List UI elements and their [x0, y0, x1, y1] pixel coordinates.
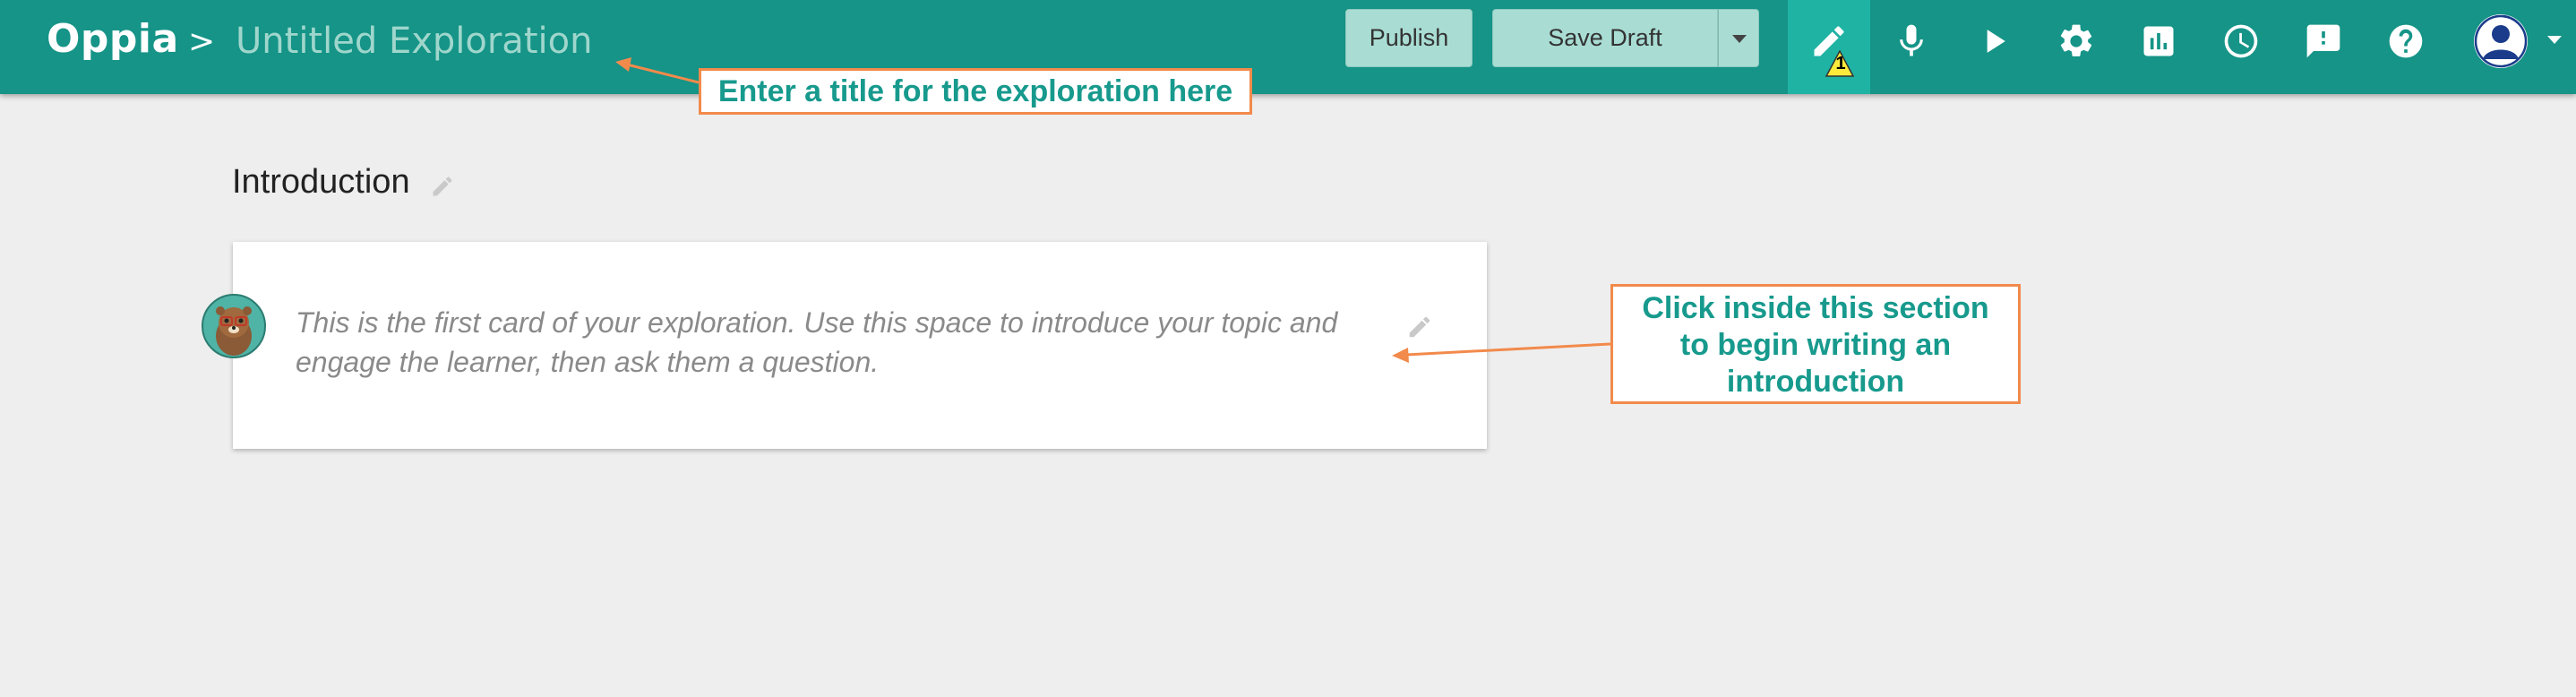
edit-content-icon[interactable]: [1406, 314, 1433, 340]
callout-line: to begin writing an: [1679, 328, 1952, 362]
publish-button[interactable]: Publish: [1345, 9, 1473, 67]
feedback-icon[interactable]: [2304, 22, 2343, 61]
warning-count: 1: [1835, 54, 1846, 73]
save-draft-dropdown-toggle[interactable]: [1718, 9, 1759, 67]
save-draft-button[interactable]: Save Draft: [1492, 9, 1718, 67]
title-hint-callout: Enter a title for the exploration here: [699, 68, 1252, 115]
callout-line: introduction: [1726, 365, 1905, 399]
clock-icon[interactable]: [2221, 22, 2261, 61]
breadcrumb-separator: >: [188, 23, 216, 60]
gear-icon[interactable]: [2057, 22, 2096, 61]
callout-line: Click inside this section: [1642, 291, 1989, 325]
exploration-title-input[interactable]: Untitled Exploration: [236, 14, 737, 68]
content-line: This is the first card of your explorati…: [296, 306, 1338, 339]
state-content-placeholder[interactable]: This is the first card of your explorati…: [296, 303, 1370, 382]
microphone-icon[interactable]: [1892, 22, 1931, 61]
oppia-logo[interactable]: Oppia: [47, 16, 179, 62]
user-avatar[interactable]: [2474, 14, 2528, 68]
state-name: Introduction: [232, 163, 410, 201]
bar-chart-icon[interactable]: [2139, 22, 2178, 61]
introduction-hint-callout: Click inside this section to begin writi…: [1610, 284, 2021, 404]
oppia-mascot-avatar: [202, 294, 266, 358]
help-icon[interactable]: [2386, 22, 2426, 61]
top-navigation-bar: Oppia > Untitled Exploration Publish Sav…: [0, 0, 2576, 94]
content-line: engage the learner, then ask them a ques…: [296, 346, 880, 378]
edit-state-name-icon[interactable]: [430, 174, 455, 199]
chevron-down-icon[interactable]: [2547, 36, 2562, 44]
play-icon[interactable]: [1974, 22, 2014, 61]
